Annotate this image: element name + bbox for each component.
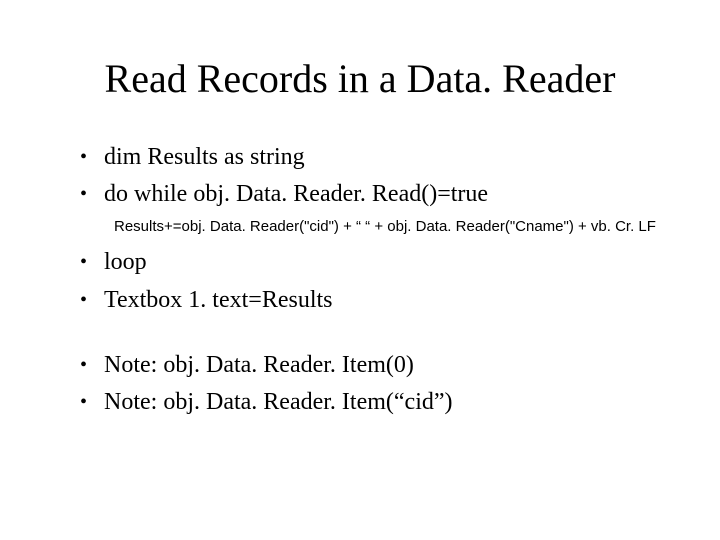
bullet-item: Note: obj. Data. Reader. Item(0): [80, 350, 670, 381]
bullet-list: Note: obj. Data. Reader. Item(0) Note: o…: [80, 350, 670, 418]
slide: Read Records in a Data. Reader dim Resul…: [0, 0, 720, 540]
bullet-list: loop Textbox 1. text=Results: [80, 247, 670, 315]
spacer: [50, 322, 670, 350]
sub-bullet: Results+=obj. Data. Reader("cid") + “ “ …: [114, 216, 670, 237]
bullet-item: loop: [80, 247, 670, 278]
bullet-item: do while obj. Data. Reader. Read()=true: [80, 179, 670, 210]
bullet-item: Note: obj. Data. Reader. Item(“cid”): [80, 387, 670, 418]
bullet-list: dim Results as string do while obj. Data…: [80, 142, 670, 210]
bullet-item: dim Results as string: [80, 142, 670, 173]
bullet-item: Textbox 1. text=Results: [80, 285, 670, 316]
slide-title: Read Records in a Data. Reader: [50, 55, 670, 102]
